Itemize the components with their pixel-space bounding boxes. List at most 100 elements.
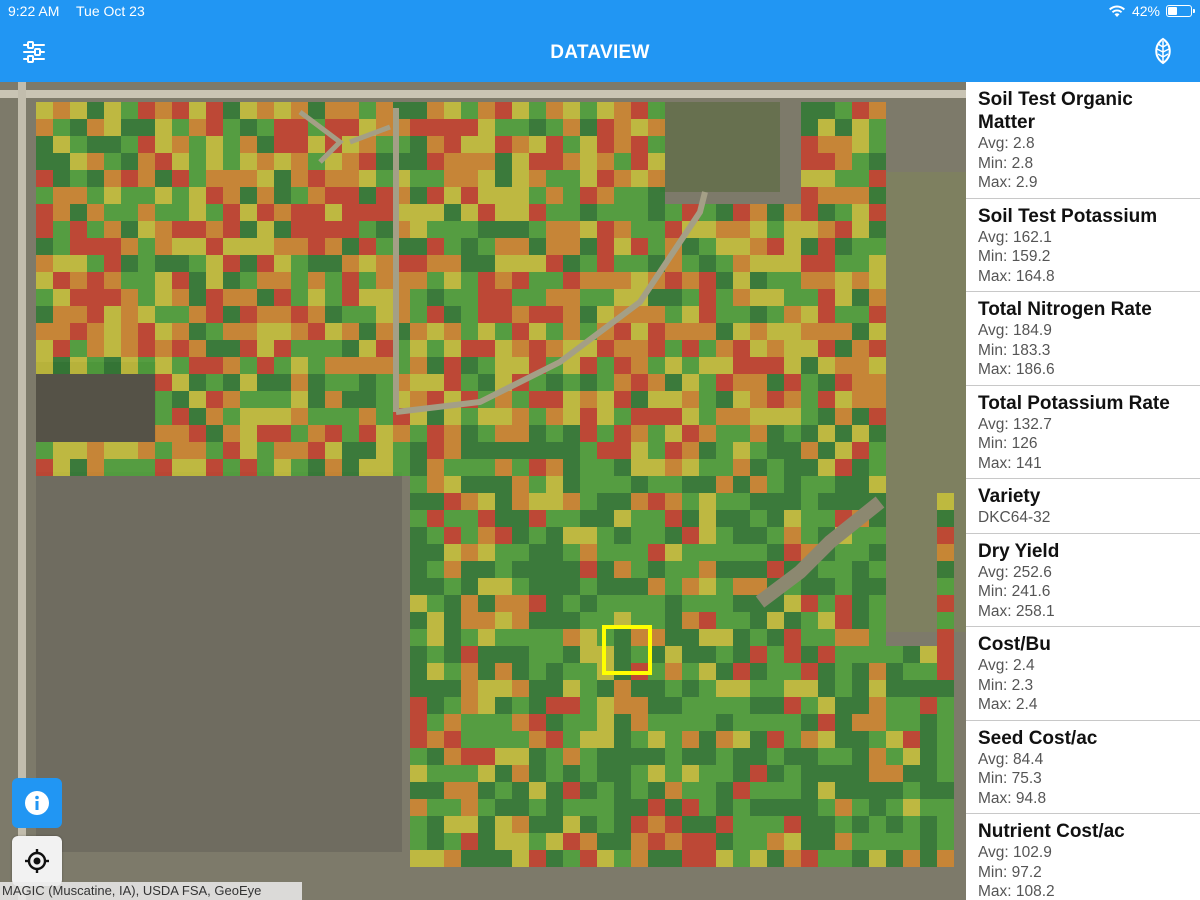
zone-cell[interactable] [495,272,512,289]
zone-cell[interactable] [580,374,597,391]
zone-cell[interactable] [308,204,325,221]
zone-cell[interactable] [495,153,512,170]
zone-cell[interactable] [716,238,733,255]
zone-cell[interactable] [665,459,682,476]
zone-cell[interactable] [325,238,342,255]
zone-cell[interactable] [648,374,665,391]
zone-cell[interactable] [597,680,614,697]
zone-cell[interactable] [580,119,597,136]
metric-block[interactable]: Dry Yield Avg: 252.6 Min: 241.6 Max: 258.1 [966,534,1200,627]
zone-cell[interactable] [648,510,665,527]
zone-cell[interactable] [546,493,563,510]
zone-cell[interactable] [750,425,767,442]
zone-cell[interactable] [784,391,801,408]
zone-cell[interactable] [410,799,427,816]
zone-cell[interactable] [70,289,87,306]
zone-cell[interactable] [546,731,563,748]
zone-cell[interactable] [631,629,648,646]
zone-cell[interactable] [189,136,206,153]
zone-cell[interactable] [903,799,920,816]
zone-cell[interactable] [461,425,478,442]
zone-cell[interactable] [648,408,665,425]
zone-cell[interactable] [852,323,869,340]
zone-cell[interactable] [852,816,869,833]
zone-cell[interactable] [852,374,869,391]
zone-cell[interactable] [529,153,546,170]
zone-cell[interactable] [478,102,495,119]
zone-cell[interactable] [495,663,512,680]
zone-cell[interactable] [325,357,342,374]
zone-cell[interactable] [699,357,716,374]
zone-cell[interactable] [461,357,478,374]
zone-cell[interactable] [937,697,954,714]
zone-cell[interactable] [495,306,512,323]
zone-cell[interactable] [546,408,563,425]
zone-cell[interactable] [529,663,546,680]
zone-cell[interactable] [240,391,257,408]
zone-cell[interactable] [325,323,342,340]
zone-cell[interactable] [580,425,597,442]
zone-cell[interactable] [87,272,104,289]
zone-cell[interactable] [665,527,682,544]
zone-cell[interactable] [274,357,291,374]
zone-cell[interactable] [478,748,495,765]
zone-cell[interactable] [716,799,733,816]
zone-cell[interactable] [920,697,937,714]
zone-cell[interactable] [631,391,648,408]
zone-cell[interactable] [257,153,274,170]
zone-cell[interactable] [733,544,750,561]
zone-cell[interactable] [461,255,478,272]
zone-cell[interactable] [427,799,444,816]
zone-cell[interactable] [614,136,631,153]
zone-cell[interactable] [325,204,342,221]
zone-cell[interactable] [631,731,648,748]
zone-cell[interactable] [920,663,937,680]
zone-cell[interactable] [869,136,886,153]
zone-cell[interactable] [206,187,223,204]
zone-cell[interactable] [410,170,427,187]
zone-cell[interactable] [410,850,427,867]
zone-cell[interactable] [478,646,495,663]
zone-cell[interactable] [444,153,461,170]
zone-cell[interactable] [784,459,801,476]
zone-cell[interactable] [903,816,920,833]
zone-cell[interactable] [818,153,835,170]
zone-cell[interactable] [818,459,835,476]
zone-cell[interactable] [716,374,733,391]
zone-cell[interactable] [427,306,444,323]
zone-cell[interactable] [852,714,869,731]
zone-cell[interactable] [308,289,325,306]
zone-cell[interactable] [699,595,716,612]
zone-cell[interactable] [461,680,478,697]
zone-cell[interactable] [767,306,784,323]
zone-cell[interactable] [699,833,716,850]
zone-cell[interactable] [563,663,580,680]
zone-cell[interactable] [512,663,529,680]
zone-cell[interactable] [563,136,580,153]
zone-cell[interactable] [223,102,240,119]
zone-cell[interactable] [529,850,546,867]
zone-cell[interactable] [274,102,291,119]
zone-cell[interactable] [359,459,376,476]
zone-cell[interactable] [648,221,665,238]
zone-cell[interactable] [410,119,427,136]
zone-cell[interactable] [325,102,342,119]
zone-cell[interactable] [580,187,597,204]
zone-cell[interactable] [835,119,852,136]
zone-cell[interactable] [529,476,546,493]
zone-cell[interactable] [206,391,223,408]
zone-cell[interactable] [869,816,886,833]
zone-cell[interactable] [461,799,478,816]
zone-cell[interactable] [529,680,546,697]
zone-cell[interactable] [529,391,546,408]
zone-cell[interactable] [376,408,393,425]
zone-cell[interactable] [648,153,665,170]
zone-cell[interactable] [597,714,614,731]
zone-cell[interactable] [104,255,121,272]
zone-cell[interactable] [104,289,121,306]
zone-cell[interactable] [546,578,563,595]
zone-cell[interactable] [274,391,291,408]
zone-cell[interactable] [614,170,631,187]
zone-cell[interactable] [665,816,682,833]
zone-cell[interactable] [580,306,597,323]
